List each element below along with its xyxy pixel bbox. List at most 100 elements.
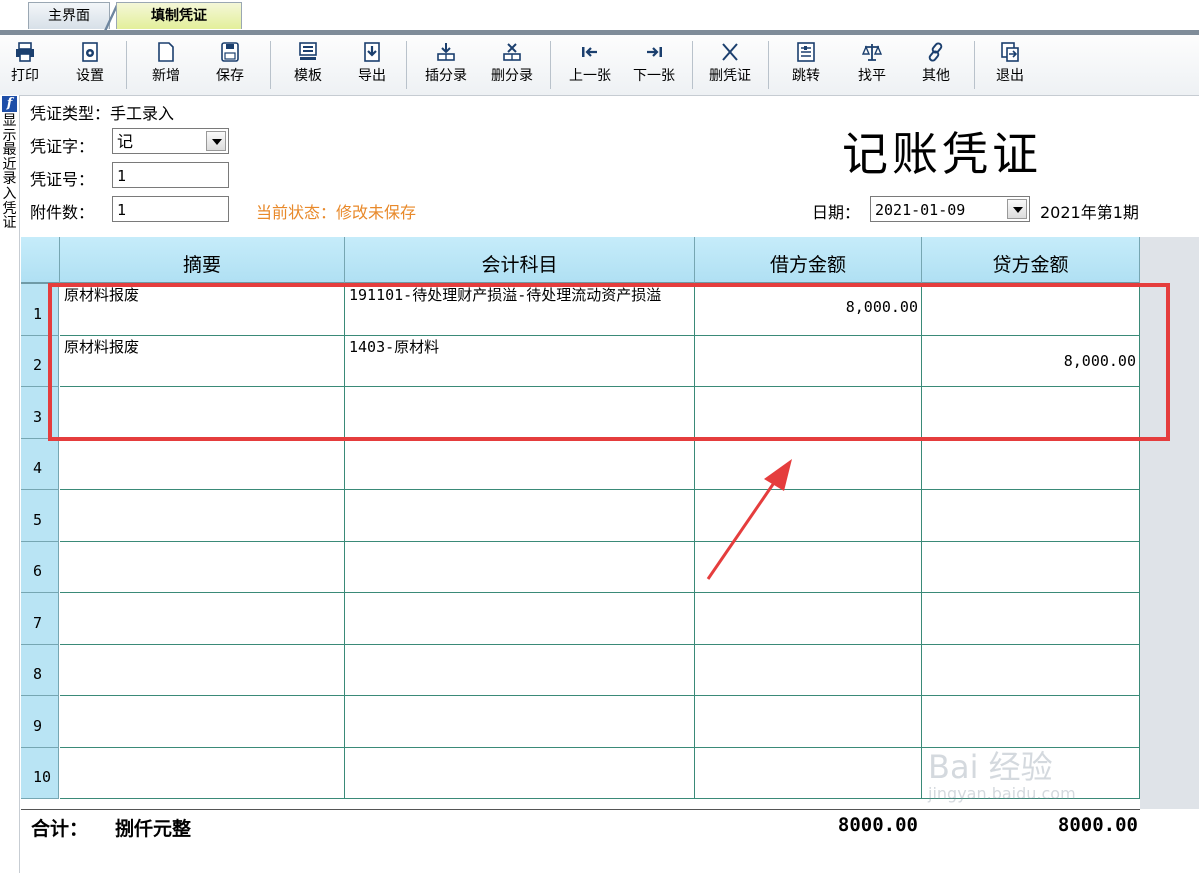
account-cell[interactable]	[345, 438, 695, 490]
credit-cell[interactable]	[922, 644, 1140, 696]
insert-entry-icon	[437, 43, 455, 61]
delete-entry-button[interactable]: 删分录	[484, 39, 540, 91]
voucher-word-select[interactable]: 记	[112, 128, 229, 154]
voucher-type-caption: 凭证类型：	[30, 104, 111, 123]
summary-cell[interactable]	[60, 747, 345, 799]
row-number-label: 5	[33, 510, 43, 529]
print-button[interactable]: 打印	[4, 39, 46, 91]
row-number-label: 3	[33, 407, 43, 426]
debit-cell[interactable]: 8,000.00	[695, 284, 922, 336]
balance-icon	[861, 44, 883, 61]
attachment-count-field[interactable]: 1	[112, 196, 229, 222]
function-icon: f	[2, 96, 17, 112]
debit-cell[interactable]	[695, 644, 922, 696]
account-cell[interactable]	[345, 593, 695, 645]
credit-cell[interactable]	[922, 593, 1140, 645]
toolbar-separator	[550, 41, 551, 89]
row-number-label: 7	[33, 613, 43, 632]
template-label: 模板	[294, 68, 322, 84]
credit-cell[interactable]	[922, 696, 1140, 748]
debit-cell[interactable]	[695, 438, 922, 490]
credit-cell[interactable]	[922, 490, 1140, 542]
template-button[interactable]: 模板	[286, 39, 330, 91]
row-number-label: 2	[33, 356, 43, 374]
account-cell-text: 191101-待处理财产损溢-待处理流动资产损溢	[349, 286, 662, 304]
account-cell[interactable]	[345, 490, 695, 542]
delete-entry-label: 删分录	[491, 68, 533, 84]
summary-cell[interactable]	[60, 696, 345, 748]
chevron-down-icon[interactable]	[206, 131, 226, 151]
summary-cell[interactable]: 原材料报废	[60, 284, 345, 336]
tab-fill-voucher[interactable]: 填制凭证	[116, 2, 242, 29]
new-label: 新增	[152, 68, 180, 84]
summary-cell[interactable]	[60, 387, 345, 439]
summary-cell[interactable]	[60, 490, 345, 542]
row-number: 7	[21, 593, 59, 645]
show-recent-vouchers-label[interactable]: 显示最近录入凭证	[2, 114, 17, 231]
row-number: 5	[21, 490, 59, 542]
debit-cell[interactable]	[695, 696, 922, 748]
account-cell[interactable]	[345, 541, 695, 593]
account-cell[interactable]	[345, 387, 695, 439]
credit-cell[interactable]	[922, 541, 1140, 593]
next-button[interactable]: 下一张	[624, 39, 684, 91]
debit-cell[interactable]	[695, 541, 922, 593]
jump-label: 跳转	[792, 68, 820, 84]
export-icon	[364, 42, 380, 62]
debit-cell[interactable]	[695, 747, 922, 799]
account-cell[interactable]	[345, 747, 695, 799]
account-cell[interactable]	[345, 696, 695, 748]
row-number: 8	[21, 644, 59, 696]
debit-cell[interactable]	[695, 335, 922, 387]
credit-cell[interactable]: 8,000.00	[922, 335, 1140, 387]
debit-cell[interactable]	[695, 387, 922, 439]
row-number-label: 4	[33, 459, 43, 477]
summary-cell[interactable]	[60, 593, 345, 645]
delete-voucher-icon	[722, 43, 738, 61]
insert-entry-button[interactable]: 插分录	[418, 39, 474, 91]
toolbar-separator	[768, 41, 769, 89]
jump-icon	[797, 42, 815, 62]
credit-cell[interactable]	[922, 387, 1140, 439]
row-number-header	[21, 237, 60, 284]
tab-main[interactable]: 主界面	[28, 2, 110, 29]
row-number-label: 1	[33, 304, 43, 323]
summary-cell[interactable]	[60, 541, 345, 593]
credit-cell[interactable]	[922, 747, 1140, 799]
balance-button[interactable]: 找平	[850, 39, 894, 91]
totals-label: 合计：	[31, 818, 89, 840]
delete-voucher-button[interactable]: 删凭证	[700, 39, 760, 91]
other-button[interactable]: 其他	[914, 39, 958, 91]
settings-label: 设置	[76, 68, 104, 84]
status-text: 当前状态：修改未保存	[256, 203, 417, 222]
date-picker[interactable]: 2021-01-09	[870, 196, 1030, 222]
save-label: 保存	[216, 68, 244, 84]
prev-button[interactable]: 上一张	[560, 39, 620, 91]
row-number: 6	[21, 541, 59, 593]
row-number-label: 10	[33, 768, 52, 786]
exit-button[interactable]: 退出	[988, 39, 1032, 91]
save-button[interactable]: 保存	[208, 39, 252, 91]
account-cell[interactable]: 191101-待处理财产损溢-待处理流动资产损溢	[345, 284, 695, 336]
attachment-count-label: 附件数：	[30, 203, 95, 222]
credit-cell[interactable]	[922, 284, 1140, 336]
debit-cell[interactable]	[695, 593, 922, 645]
insert-entry-label: 插分录	[425, 68, 467, 84]
account-cell[interactable]: 1403-原材料	[345, 335, 695, 387]
chevron-down-icon[interactable]	[1007, 199, 1027, 219]
export-button[interactable]: 导出	[350, 39, 394, 91]
credit-cell[interactable]	[922, 438, 1140, 490]
debit-cell[interactable]	[695, 490, 922, 542]
voucher-number-field[interactable]: 1	[112, 162, 229, 188]
new-button[interactable]: 新增	[144, 39, 188, 91]
tab-bar: 主界面 填制凭证	[0, 0, 1199, 35]
summary-cell[interactable]	[60, 644, 345, 696]
jump-button[interactable]: 跳转	[784, 39, 828, 91]
summary-cell[interactable]	[60, 438, 345, 490]
summary-cell[interactable]: 原材料报废	[60, 335, 345, 387]
prev-icon	[582, 47, 597, 57]
recent-vouchers-panel[interactable]: f 显示最近录入凭证	[0, 95, 20, 873]
settings-button[interactable]: 设置	[68, 39, 112, 91]
account-cell[interactable]	[345, 644, 695, 696]
other-label: 其他	[922, 68, 950, 84]
